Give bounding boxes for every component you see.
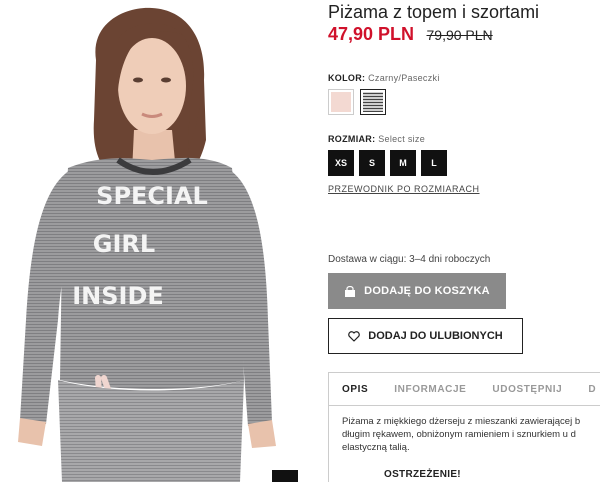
delivery-info: Dostawa w ciągu: 3–4 dni roboczych (328, 254, 491, 265)
shopping-bag-icon (345, 285, 356, 297)
swatch-pink[interactable] (328, 89, 354, 115)
add-to-favorites-button[interactable]: DODAJ DO ULUBIONYCH (328, 318, 523, 354)
original-price: 79,90 PLN (426, 27, 493, 43)
shirt-text-line-2: GIRL (93, 230, 155, 258)
sale-price: 47,90 PLN (328, 24, 415, 44)
swatch-black-stripe[interactable] (360, 89, 386, 115)
size-value: Select size (378, 134, 426, 144)
product-title: Piżama z topem i szortami (328, 2, 540, 22)
heart-icon (348, 330, 361, 342)
size-guide-link[interactable]: PRZEWODNIK PO ROZMIARACH (328, 184, 480, 194)
description-line: elastyczną talią. (342, 442, 410, 453)
description-line: długim rękawem, obniżonym ramieniem i sz… (342, 429, 576, 440)
add-to-cart-label: DODAJĘ DO KOSZYKA (364, 285, 490, 297)
size-l-button[interactable]: L (421, 150, 447, 176)
color-label: KOLOR: (328, 73, 366, 83)
add-to-cart-button[interactable]: DODAJĘ DO KOSZYKA (328, 273, 506, 309)
color-value: Czarny/Paseczki (368, 73, 440, 83)
size-xs-button[interactable]: XS (328, 150, 354, 176)
size-s-button[interactable]: S (359, 150, 385, 176)
tab-bar: OPIS INFORMACJE UDOSTĘPNIJ D (329, 373, 600, 406)
product-info-tabs: OPIS INFORMACJE UDOSTĘPNIJ D Piżama z mi… (328, 372, 600, 482)
swatch-pink-fill (331, 92, 351, 112)
tab-informacje[interactable]: INFORMACJE (381, 384, 479, 395)
shirt-text-line-3: INSIDE (72, 282, 164, 310)
tab-content-description: Piżama z miękkiego dżerseju z mieszanki … (329, 406, 600, 481)
product-photo[interactable]: SPECIAL GIRL INSIDE (0, 0, 310, 482)
size-label: ROZMIAR: (328, 134, 376, 144)
price-row: 47,90 PLN 79,90 PLN (328, 24, 493, 45)
size-label-row: ROZMIAR: Select size (328, 134, 425, 144)
color-swatches (328, 89, 386, 115)
tab-opis[interactable]: OPIS (329, 384, 381, 395)
product-photo-illustration: SPECIAL GIRL INSIDE (18, 7, 276, 482)
product-details: Piżama z topem i szortami 47,90 PLN 79,9… (328, 0, 600, 482)
size-m-button[interactable]: M (390, 150, 416, 176)
tab-udostepnij[interactable]: UDOSTĘPNIJ (479, 384, 575, 395)
add-to-favorites-label: DODAJ DO ULUBIONYCH (368, 330, 503, 342)
description-line: Piżama z miękkiego dżerseju z mieszanki … (342, 416, 581, 427)
warning-heading: OSTRZEŻENIE! (384, 469, 461, 480)
zoom-button[interactable] (272, 470, 298, 482)
tab-more[interactable]: D (575, 384, 600, 395)
size-options: XS S M L (328, 150, 447, 176)
swatch-stripe-fill (363, 92, 383, 112)
color-label-row: KOLOR: Czarny/Paseczki (328, 73, 440, 83)
shirt-text-line-1: SPECIAL (96, 182, 208, 210)
